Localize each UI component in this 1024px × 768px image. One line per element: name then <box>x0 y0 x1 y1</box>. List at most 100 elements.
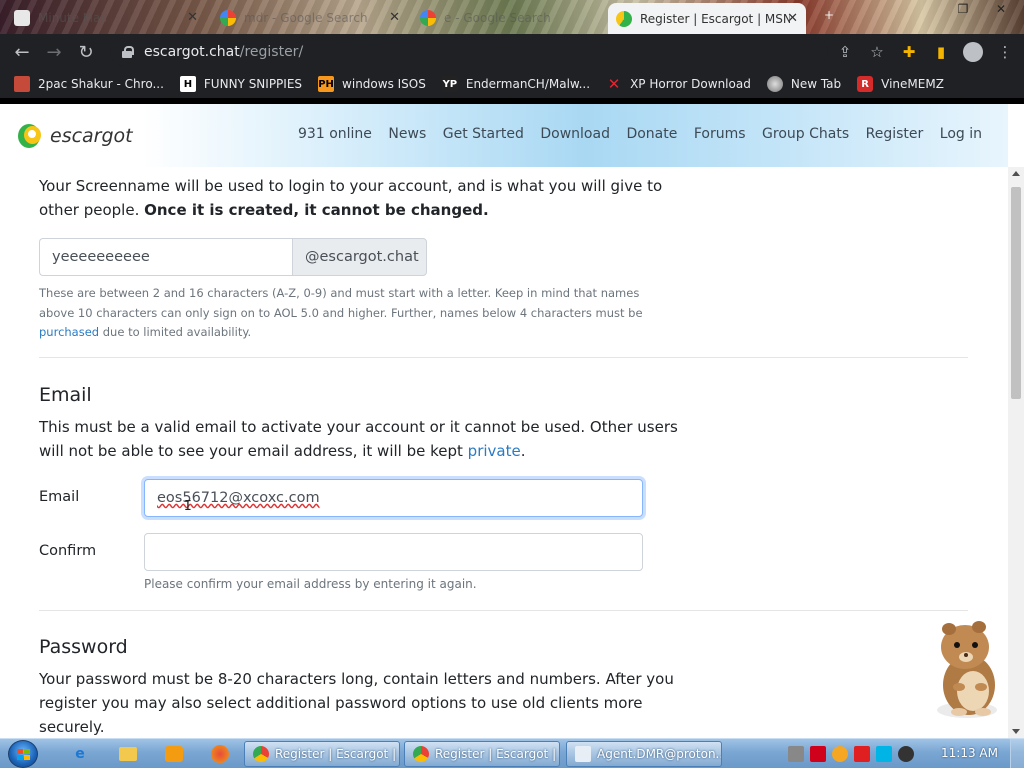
taskbar-task-chrome[interactable]: Register | Escargot | ... <box>404 741 560 767</box>
windows-taskbar: e Register | Escargot | ... Register | E… <box>0 738 1024 768</box>
address-bar[interactable]: escargot.chat/register/ <box>110 38 828 66</box>
hamster-mascot-icon[interactable] <box>925 615 1005 720</box>
taskbar-task-mail[interactable]: Agent.DMR@proton... <box>566 741 722 767</box>
bookmark-item[interactable]: ✕ XP Horror Download <box>606 75 751 93</box>
bookmark-star-icon[interactable]: ☆ <box>864 38 890 66</box>
lock-icon[interactable] <box>122 46 134 58</box>
page-scrollbar[interactable] <box>1008 167 1024 738</box>
paint-palette-icon[interactable] <box>208 743 232 765</box>
email-intro-line-2: will not be able to see your email addre… <box>39 439 526 463</box>
email-field-value: eos56712@xcoxc.com <box>157 490 320 506</box>
bookmark-item[interactable]: PH windows ISOS <box>318 76 426 92</box>
browser-tab[interactable]: Minute Mail ✕ <box>6 4 206 31</box>
confirm-email-field[interactable] <box>144 533 643 571</box>
tray-app-icon[interactable] <box>788 746 804 762</box>
purchased-link[interactable]: purchased <box>39 325 99 339</box>
register-form: Your Screenname will be used to login to… <box>0 167 1008 738</box>
bookmark-label: XP Horror Download <box>630 77 751 91</box>
h-icon: H <box>179 76 196 92</box>
escargot-logo-icon <box>18 122 42 150</box>
section-divider <box>39 357 968 358</box>
tray-search-icon[interactable] <box>832 746 848 762</box>
bookmark-item[interactable]: H FUNNY SNIPPIES <box>179 76 303 92</box>
password-intro-line-1: Your password must be 8-20 characters lo… <box>39 670 674 688</box>
browser-tab-active[interactable]: Register | Escargot | MSN ✕ <box>608 3 806 34</box>
bookmark-item[interactable]: New Tab <box>766 76 842 92</box>
close-tab-icon[interactable]: ✕ <box>389 10 400 25</box>
tray-monitor-icon[interactable] <box>876 746 892 762</box>
tray-v-icon[interactable] <box>810 746 826 762</box>
nav-link-get-started[interactable]: Get Started <box>443 126 524 142</box>
close-window-icon[interactable]: ✕ <box>990 0 1012 20</box>
show-desktop-button[interactable] <box>1010 739 1024 768</box>
scroll-up-arrow-icon[interactable] <box>1012 171 1020 176</box>
chrome-icon <box>413 746 429 762</box>
tray-flag-icon[interactable] <box>854 746 870 762</box>
password-heading: Password <box>39 636 128 658</box>
url-path: /register/ <box>239 44 304 60</box>
globe-icon <box>766 76 783 92</box>
nav-link-log-in[interactable]: Log in <box>940 126 982 142</box>
x-icon: ✕ <box>607 75 621 93</box>
forward-icon[interactable]: → <box>40 38 68 66</box>
nav-link-group-chats[interactable]: Group Chats <box>762 126 849 142</box>
profile-avatar-icon[interactable] <box>960 38 986 66</box>
task-label: Agent.DMR@proton... <box>597 747 722 761</box>
close-tab-icon[interactable]: ✕ <box>187 10 198 25</box>
start-button[interactable] <box>8 740 38 768</box>
windows-flag-icon <box>17 749 30 760</box>
media-player-icon[interactable] <box>162 743 186 765</box>
nav-link-donate[interactable]: Donate <box>626 126 677 142</box>
email-field[interactable]: eos56712@xcoxc.com <box>144 479 643 517</box>
site-header: escargot 931 online News Get Started Dow… <box>0 104 1008 167</box>
extensions-puzzle-icon[interactable]: ✚ <box>896 38 922 66</box>
r-icon: R <box>857 76 874 92</box>
bookmark-label: 2pac Shakur - Chro... <box>38 77 164 91</box>
window-app-icon <box>575 746 591 762</box>
task-label: Register | Escargot | ... <box>435 747 560 761</box>
google-favicon-icon <box>420 9 436 26</box>
screenname-input[interactable]: yeeeeeeeeee <box>39 238 293 276</box>
email-intro-period: . <box>520 442 526 460</box>
logo-text: escargot <box>50 125 133 147</box>
site-nav: 931 online News Get Started Download Don… <box>282 126 982 142</box>
taskbar-clock[interactable]: 11:13 AM <box>941 746 998 760</box>
taskbar-task-chrome[interactable]: Register | Escargot | ... <box>244 741 400 767</box>
menu-kebab-icon[interactable]: ⋮ <box>992 38 1018 66</box>
bookmark-item[interactable]: 2pac Shakur - Chro... <box>14 76 164 92</box>
email-label: Email <box>39 489 80 505</box>
restore-window-icon[interactable]: ❐ <box>952 0 974 20</box>
reload-icon[interactable]: ↻ <box>72 38 100 66</box>
browser-tab[interactable]: mdr - Google Search ✕ <box>212 4 408 31</box>
bookmark-item[interactable]: YP EndermanCH/Malw... <box>441 76 590 92</box>
confirm-label: Confirm <box>39 543 97 559</box>
system-tray <box>788 741 914 767</box>
private-link[interactable]: private <box>468 442 521 460</box>
close-tab-icon[interactable]: ✕ <box>787 11 798 26</box>
chrome-icon <box>253 746 269 762</box>
screenname-help-line-1: These are between 2 and 16 characters (A… <box>39 286 640 300</box>
nav-link-forums[interactable]: Forums <box>694 126 746 142</box>
scrollbar-thumb[interactable] <box>1011 187 1021 399</box>
screenname-intro-text: other people. <box>39 201 145 219</box>
bookmark-label: FUNNY SNIPPIES <box>203 77 303 91</box>
nav-link-download[interactable]: Download <box>540 126 610 142</box>
site-logo[interactable]: escargot <box>18 122 133 150</box>
screenname-warning: Once it is created, it cannot be changed… <box>144 201 489 219</box>
nav-link-register[interactable]: Register <box>866 126 924 142</box>
tab-favicon-icon <box>14 9 30 26</box>
internet-explorer-icon[interactable]: e <box>68 743 92 765</box>
screenname-help-line-2: above 10 characters can only sign on to … <box>39 306 643 320</box>
bookmark-item[interactable]: R VineMEMZ <box>857 76 944 92</box>
bookmark-label: New Tab <box>790 77 842 91</box>
nav-link-news[interactable]: News <box>388 126 426 142</box>
browser-tab[interactable]: e - Google Search <box>412 4 608 31</box>
scroll-down-arrow-icon[interactable] <box>1012 729 1020 734</box>
google-favicon-icon <box>220 9 236 26</box>
file-explorer-folder-icon[interactable] <box>116 743 140 765</box>
back-icon[interactable]: ← <box>8 38 36 66</box>
side-panel-icon[interactable]: ▮ <box>928 38 954 66</box>
tray-volume-icon[interactable] <box>898 746 914 762</box>
new-tab-icon[interactable]: + <box>818 6 840 26</box>
share-icon[interactable]: ⇪ <box>832 38 858 66</box>
